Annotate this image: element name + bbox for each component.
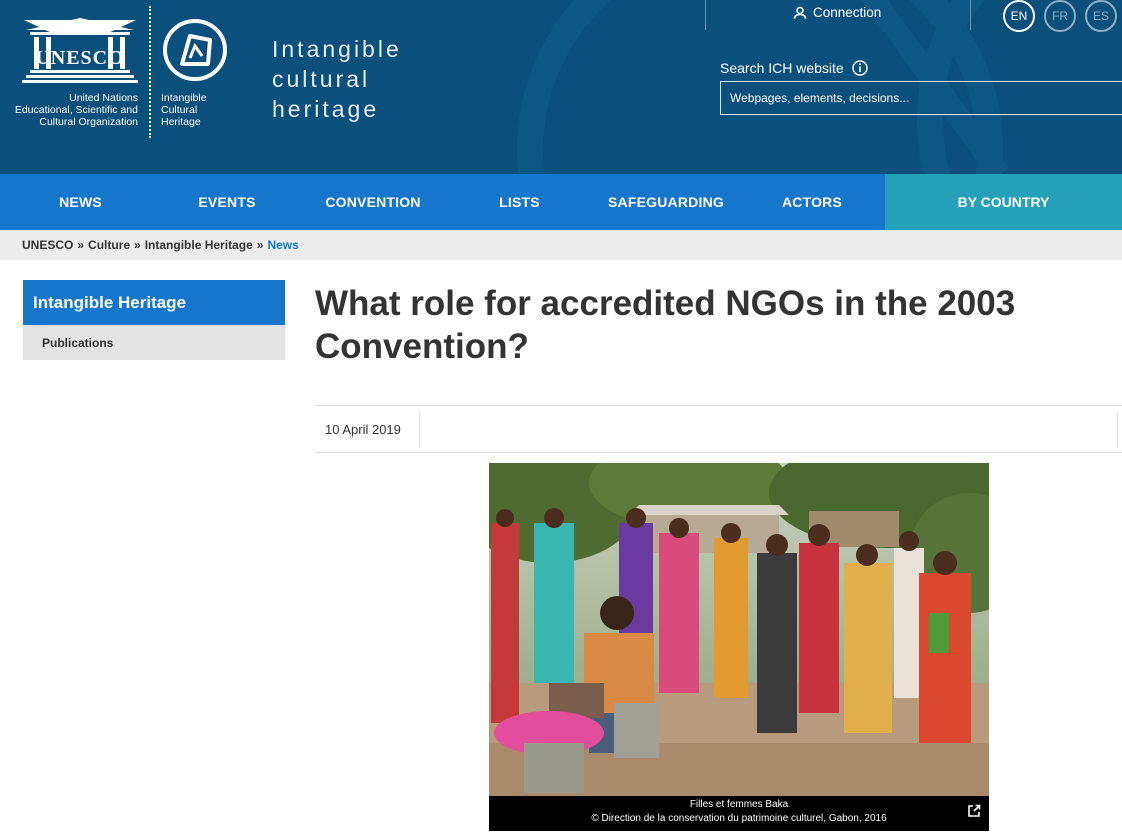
nav-item-events[interactable]: EVENTS (161, 174, 293, 230)
unesco-subtitle-line: Educational, Scientific and (14, 104, 138, 116)
external-link-icon[interactable] (967, 804, 981, 818)
site-title-line: heritage (272, 96, 380, 122)
ich-logo-icon[interactable] (160, 18, 230, 82)
breadcrumb-item-unesco[interactable]: UNESCO (22, 238, 73, 252)
connection-label: Connection (813, 5, 882, 20)
language-es-button[interactable]: ES (1085, 0, 1117, 32)
nav-item-by-country[interactable]: BY COUNTRY (885, 174, 1122, 230)
site-title-line: cultural (272, 66, 371, 92)
unesco-subtitle-line: Cultural Organization (39, 116, 138, 128)
nav-item-lists[interactable]: LISTS (453, 174, 586, 230)
search-label: Search ICH website (720, 60, 868, 76)
unesco-subtitle-line: United Nations (69, 92, 138, 104)
nav-item-actors[interactable]: ACTORS (746, 174, 878, 230)
logo-divider (149, 6, 151, 138)
article-date: 10 April 2019 (325, 422, 401, 437)
breadcrumb: UNESCO » Culture » Intangible Heritage »… (0, 230, 1122, 260)
page-title: What role for accredited NGOs in the 200… (315, 284, 1016, 366)
site-title[interactable]: Intangible cultural heritage (272, 34, 402, 124)
ich-subtitle-line: Heritage (161, 116, 201, 128)
sidebar-item-publications[interactable]: Publications (23, 325, 285, 360)
meta-divider (419, 412, 420, 448)
main-nav: NEWS EVENTS CONVENTION LISTS SAFEGUARDIN… (0, 174, 1122, 230)
search-input[interactable] (720, 81, 1122, 115)
ich-subtitle-line: Cultural (161, 104, 198, 116)
breadcrumb-separator: » (77, 238, 85, 252)
connection-link[interactable]: Connection (793, 5, 881, 20)
nav-item-news[interactable]: NEWS (0, 174, 161, 230)
article-photo[interactable] (489, 463, 989, 796)
breadcrumb-item-culture[interactable]: Culture (88, 238, 130, 252)
header-divider (970, 0, 971, 30)
ich-subtitle-line: Intangible (161, 92, 207, 104)
breadcrumb-separator: » (256, 238, 264, 252)
header-divider (705, 0, 706, 30)
breadcrumb-item-intangible-heritage[interactable]: Intangible Heritage (145, 238, 253, 252)
article-meta-bar: 10 April 2019 (315, 405, 1122, 453)
sidebar-title[interactable]: Intangible Heritage (23, 280, 285, 325)
language-fr-button[interactable]: FR (1044, 0, 1076, 32)
breadcrumb-item-news[interactable]: News (267, 238, 298, 252)
photo-caption: Filles et femmes Baka © Direction de la … (489, 796, 989, 831)
site-header: UNESCO United Nations Educational, Scien… (0, 0, 1122, 174)
user-icon (793, 6, 807, 19)
breadcrumb-separator: » (134, 238, 141, 252)
search-label-text: Search ICH website (720, 60, 844, 76)
nav-item-safeguarding[interactable]: SAFEGUARDING (586, 174, 746, 230)
site-title-line: Intangible (272, 36, 402, 62)
nav-item-convention[interactable]: CONVENTION (293, 174, 453, 230)
meta-divider (1117, 412, 1118, 448)
language-en-button[interactable]: EN (1003, 0, 1035, 32)
photo-caption-title: Filles et femmes Baka (689, 799, 789, 810)
photo-caption-credit: © Direction de la conservation du patrim… (591, 813, 887, 824)
ich-subtitle: Intangible Cultural Heritage (161, 92, 207, 128)
unesco-subtitle: United Nations Educational, Scientific a… (8, 92, 138, 128)
unesco-wordmark: UNESCO (35, 47, 124, 69)
info-icon[interactable] (852, 60, 868, 76)
